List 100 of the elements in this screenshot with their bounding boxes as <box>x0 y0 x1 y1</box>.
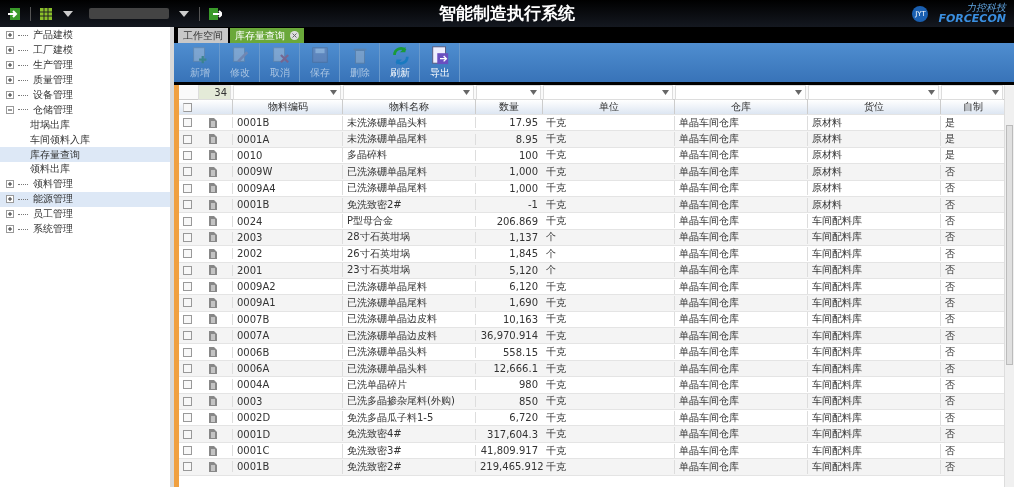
row-checkbox[interactable] <box>183 298 192 308</box>
document-icon[interactable] <box>209 429 217 440</box>
tree-item[interactable]: 设备管理 <box>0 87 170 103</box>
row-checkbox[interactable] <box>183 429 192 439</box>
expand-icon[interactable] <box>6 210 14 219</box>
row-checkbox[interactable] <box>183 282 192 292</box>
tab[interactable]: 工作空间 <box>178 28 228 43</box>
tree-item[interactable]: 库存量查询 <box>0 147 170 162</box>
row-checkbox[interactable] <box>183 200 192 210</box>
column-header[interactable]: 货位 <box>807 100 940 114</box>
document-icon[interactable] <box>209 347 217 358</box>
dropdown-caret-icon[interactable] <box>662 90 669 95</box>
table-cell: 0006B <box>232 346 342 358</box>
toolbar-button[interactable]: 导出 <box>420 43 460 82</box>
document-icon[interactable] <box>209 314 217 325</box>
select-all-checkbox[interactable] <box>183 102 192 112</box>
enter-icon[interactable] <box>8 6 22 21</box>
expand-icon[interactable] <box>6 91 14 99</box>
scrollbar-thumb[interactable] <box>1006 125 1013 365</box>
document-icon[interactable] <box>209 232 217 243</box>
row-checkbox[interactable] <box>183 183 192 193</box>
document-icon[interactable] <box>209 265 217 276</box>
column-header[interactable]: 物料名称 <box>342 100 475 114</box>
tree-item[interactable]: 领料管理 <box>0 176 170 192</box>
row-checkbox[interactable] <box>183 462 192 472</box>
document-icon[interactable] <box>209 248 217 259</box>
dropdown-caret-icon[interactable] <box>463 90 470 95</box>
row-checkbox[interactable] <box>183 413 192 423</box>
expand-icon[interactable] <box>6 61 14 70</box>
row-checkbox[interactable] <box>183 446 192 455</box>
document-icon[interactable] <box>209 117 217 128</box>
dropdown-caret-icon[interactable] <box>330 90 337 95</box>
dropdown-caret-icon[interactable] <box>928 90 935 95</box>
collapse-icon[interactable] <box>6 105 14 114</box>
row-checkbox[interactable] <box>183 150 192 160</box>
tree-item[interactable]: 工厂建模 <box>0 42 170 58</box>
document-icon[interactable] <box>209 363 217 374</box>
page-size-field[interactable]: 34 <box>198 85 231 100</box>
table-cell: 单晶车间仓库 <box>674 410 807 425</box>
scrollbar[interactable] <box>1004 85 1014 487</box>
table-cell: 原材料 <box>807 164 940 179</box>
tree-item[interactable]: 车间领料入库 <box>0 132 170 148</box>
expand-icon[interactable] <box>6 31 14 40</box>
document-icon[interactable] <box>209 445 217 456</box>
dropdown-caret-icon[interactable] <box>795 90 802 95</box>
row-checkbox[interactable] <box>183 314 192 324</box>
document-icon[interactable] <box>209 281 217 292</box>
row-checkbox[interactable] <box>183 331 192 341</box>
row-checkbox[interactable] <box>183 249 192 259</box>
document-icon[interactable] <box>209 199 217 210</box>
close-icon[interactable] <box>290 31 299 40</box>
user-field[interactable] <box>89 8 169 19</box>
expand-icon[interactable] <box>6 180 14 189</box>
tree-item[interactable]: 系统管理 <box>0 221 170 237</box>
expand-icon[interactable] <box>6 76 14 85</box>
column-header[interactable]: 数量 <box>475 100 542 114</box>
row-checkbox[interactable] <box>183 347 192 357</box>
column-header[interactable]: 仓库 <box>674 100 807 114</box>
grid-icon[interactable] <box>39 6 53 21</box>
row-checkbox[interactable] <box>183 396 192 406</box>
tree-item[interactable]: 能源管理 <box>0 191 170 207</box>
table-cell: 原材料 <box>807 181 940 196</box>
tree-item[interactable]: 领料出库 <box>0 162 170 177</box>
row-checkbox[interactable] <box>183 118 192 128</box>
tree-item[interactable]: 产品建模 <box>0 28 170 43</box>
dropdown-caret-icon[interactable] <box>992 90 999 95</box>
expand-icon[interactable] <box>6 225 14 233</box>
document-icon[interactable] <box>209 396 217 407</box>
document-icon[interactable] <box>209 134 217 145</box>
document-icon[interactable] <box>209 379 217 390</box>
row-checkbox[interactable] <box>183 232 192 242</box>
document-icon[interactable] <box>209 166 217 177</box>
table-cell: 6,120 <box>475 281 542 293</box>
document-icon[interactable] <box>209 412 217 423</box>
row-checkbox[interactable] <box>183 380 192 390</box>
table-cell: 0009W <box>232 166 342 178</box>
row-checkbox[interactable] <box>183 265 192 275</box>
toolbar-button[interactable]: 刷新 <box>380 43 420 82</box>
tree-item[interactable]: 质量管理 <box>0 72 170 88</box>
document-icon[interactable] <box>209 330 217 341</box>
dropdown-caret-icon[interactable] <box>530 90 537 95</box>
tree-item[interactable]: 仓储管理 <box>0 102 170 118</box>
row-checkbox[interactable] <box>183 167 192 177</box>
row-checkbox[interactable] <box>183 134 192 144</box>
row-checkbox[interactable] <box>183 216 192 226</box>
row-checkbox[interactable] <box>183 364 192 374</box>
document-icon[interactable] <box>209 298 217 308</box>
column-header[interactable]: 物料编码 <box>232 100 342 114</box>
tree-item[interactable]: 生产管理 <box>0 57 170 73</box>
logout-icon[interactable] <box>208 6 222 21</box>
document-icon[interactable] <box>209 183 217 194</box>
table-cell: 单晶车间仓库 <box>674 230 807 245</box>
document-icon[interactable] <box>209 216 217 227</box>
document-icon[interactable] <box>209 461 217 472</box>
document-icon[interactable] <box>209 150 217 161</box>
expand-icon[interactable] <box>6 195 14 204</box>
expand-icon[interactable] <box>6 46 14 55</box>
tree-item[interactable]: 坩埚出库 <box>0 117 170 133</box>
column-header[interactable]: 单位 <box>542 100 674 114</box>
tree-item[interactable]: 员工管理 <box>0 206 170 222</box>
